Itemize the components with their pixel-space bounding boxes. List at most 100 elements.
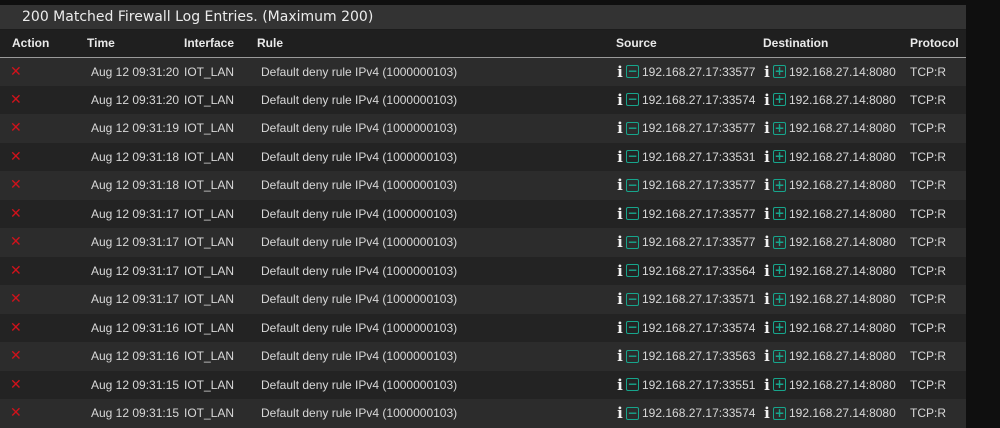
rule-cell[interactable]: Default deny rule IPv4 (1000000103) bbox=[257, 86, 616, 115]
info-icon[interactable]: i bbox=[616, 319, 624, 337]
plus-box-icon[interactable]: + bbox=[773, 292, 786, 306]
rule-cell[interactable]: Default deny rule IPv4 (1000000103) bbox=[257, 285, 616, 314]
source-address[interactable]: 192.168.27.17:33571 bbox=[642, 292, 755, 306]
block-x-icon[interactable]: ✕ bbox=[10, 149, 22, 165]
minus-box-icon[interactable]: − bbox=[626, 65, 639, 78]
minus-box-icon[interactable]: − bbox=[626, 378, 639, 392]
plus-box-icon[interactable]: + bbox=[773, 378, 786, 392]
column-header-time[interactable]: Time bbox=[74, 30, 184, 58]
source-address[interactable]: 192.168.27.17:33577 bbox=[642, 121, 755, 135]
plus-box-icon[interactable]: + bbox=[773, 93, 786, 107]
block-x-icon[interactable]: ✕ bbox=[10, 234, 22, 250]
info-icon[interactable]: i bbox=[616, 290, 624, 308]
plus-box-icon[interactable]: + bbox=[773, 349, 786, 363]
source-address[interactable]: 192.168.27.17:33574 bbox=[642, 406, 755, 420]
plus-box-icon[interactable]: + bbox=[773, 150, 786, 164]
plus-box-icon[interactable]: + bbox=[773, 321, 786, 335]
info-icon[interactable]: i bbox=[763, 290, 771, 308]
block-x-icon[interactable]: ✕ bbox=[10, 377, 22, 393]
destination-address[interactable]: 192.168.27.14:8080 bbox=[789, 150, 896, 164]
column-header-interface[interactable]: Interface bbox=[184, 30, 257, 58]
destination-address[interactable]: 192.168.27.14:8080 bbox=[789, 235, 896, 249]
source-address[interactable]: 192.168.27.17:33574 bbox=[642, 93, 755, 107]
info-icon[interactable]: i bbox=[763, 63, 771, 81]
destination-address[interactable]: 192.168.27.14:8080 bbox=[789, 93, 896, 107]
info-icon[interactable]: i bbox=[616, 376, 624, 394]
minus-box-icon[interactable]: − bbox=[626, 292, 639, 306]
minus-box-icon[interactable]: − bbox=[626, 349, 639, 363]
info-icon[interactable]: i bbox=[763, 319, 771, 337]
info-icon[interactable]: i bbox=[763, 205, 771, 223]
info-icon[interactable]: i bbox=[616, 148, 624, 166]
info-icon[interactable]: i bbox=[616, 119, 624, 137]
plus-box-icon[interactable]: + bbox=[773, 235, 786, 249]
destination-address[interactable]: 192.168.27.14:8080 bbox=[789, 264, 896, 278]
column-header-protocol[interactable]: Protocol bbox=[910, 30, 966, 58]
destination-address[interactable]: 192.168.27.14:8080 bbox=[789, 321, 896, 335]
minus-box-icon[interactable]: − bbox=[626, 235, 639, 249]
source-address[interactable]: 192.168.27.17:33574 bbox=[642, 321, 755, 335]
destination-address[interactable]: 192.168.27.14:8080 bbox=[789, 378, 896, 392]
info-icon[interactable]: i bbox=[763, 404, 771, 422]
minus-box-icon[interactable]: − bbox=[626, 178, 639, 192]
rule-cell[interactable]: Default deny rule IPv4 (1000000103) bbox=[257, 371, 616, 400]
rule-cell[interactable]: Default deny rule IPv4 (1000000103) bbox=[257, 342, 616, 371]
source-address[interactable]: 192.168.27.17:33531 bbox=[642, 150, 755, 164]
minus-box-icon[interactable]: − bbox=[626, 207, 639, 221]
info-icon[interactable]: i bbox=[763, 148, 771, 166]
block-x-icon[interactable]: ✕ bbox=[10, 120, 22, 136]
rule-cell[interactable]: Default deny rule IPv4 (1000000103) bbox=[257, 143, 616, 172]
source-address[interactable]: 192.168.27.17:33564 bbox=[642, 264, 755, 278]
info-icon[interactable]: i bbox=[616, 347, 624, 365]
info-icon[interactable]: i bbox=[616, 262, 624, 280]
rule-cell[interactable]: Default deny rule IPv4 (1000000103) bbox=[257, 200, 616, 229]
rule-cell[interactable]: Default deny rule IPv4 (1000000103) bbox=[257, 114, 616, 143]
plus-box-icon[interactable]: + bbox=[773, 121, 786, 135]
column-header-rule[interactable]: Rule bbox=[257, 30, 616, 58]
info-icon[interactable]: i bbox=[763, 347, 771, 365]
minus-box-icon[interactable]: − bbox=[626, 150, 639, 164]
minus-box-icon[interactable]: − bbox=[626, 93, 639, 107]
plus-box-icon[interactable]: + bbox=[773, 406, 786, 420]
destination-address[interactable]: 192.168.27.14:8080 bbox=[789, 65, 896, 79]
source-address[interactable]: 192.168.27.17:33563 bbox=[642, 349, 755, 363]
destination-address[interactable]: 192.168.27.14:8080 bbox=[789, 178, 896, 192]
destination-address[interactable]: 192.168.27.14:8080 bbox=[789, 292, 896, 306]
rule-cell[interactable]: Default deny rule IPv4 (1000000103) bbox=[257, 57, 616, 86]
rule-cell[interactable]: Default deny rule IPv4 (1000000103) bbox=[257, 399, 616, 428]
destination-address[interactable]: 192.168.27.14:8080 bbox=[789, 406, 896, 420]
plus-box-icon[interactable]: + bbox=[773, 178, 786, 192]
rule-cell[interactable]: Default deny rule IPv4 (1000000103) bbox=[257, 228, 616, 257]
info-icon[interactable]: i bbox=[763, 233, 771, 251]
source-address[interactable]: 192.168.27.17:33551 bbox=[642, 378, 755, 392]
info-icon[interactable]: i bbox=[616, 91, 624, 109]
column-header-destination[interactable]: Destination bbox=[763, 30, 910, 58]
info-icon[interactable]: i bbox=[763, 262, 771, 280]
minus-box-icon[interactable]: − bbox=[626, 121, 639, 135]
block-x-icon[interactable]: ✕ bbox=[10, 405, 22, 421]
info-icon[interactable]: i bbox=[616, 63, 624, 81]
plus-box-icon[interactable]: + bbox=[773, 264, 786, 278]
destination-address[interactable]: 192.168.27.14:8080 bbox=[789, 349, 896, 363]
minus-box-icon[interactable]: − bbox=[626, 406, 639, 420]
destination-address[interactable]: 192.168.27.14:8080 bbox=[789, 207, 896, 221]
source-address[interactable]: 192.168.27.17:33577 bbox=[642, 65, 755, 79]
source-address[interactable]: 192.168.27.17:33577 bbox=[642, 235, 755, 249]
rule-cell[interactable]: Default deny rule IPv4 (1000000103) bbox=[257, 257, 616, 286]
plus-box-icon[interactable]: + bbox=[773, 207, 786, 221]
info-icon[interactable]: i bbox=[616, 205, 624, 223]
info-icon[interactable]: i bbox=[763, 91, 771, 109]
rule-cell[interactable]: Default deny rule IPv4 (1000000103) bbox=[257, 171, 616, 200]
info-icon[interactable]: i bbox=[763, 119, 771, 137]
block-x-icon[interactable]: ✕ bbox=[10, 291, 22, 307]
info-icon[interactable]: i bbox=[763, 376, 771, 394]
minus-box-icon[interactable]: − bbox=[626, 321, 639, 335]
block-x-icon[interactable]: ✕ bbox=[10, 64, 22, 80]
column-header-source[interactable]: Source bbox=[616, 30, 763, 58]
block-x-icon[interactable]: ✕ bbox=[10, 320, 22, 336]
source-address[interactable]: 192.168.27.17:33577 bbox=[642, 207, 755, 221]
destination-address[interactable]: 192.168.27.14:8080 bbox=[789, 121, 896, 135]
rule-cell[interactable]: Default deny rule IPv4 (1000000103) bbox=[257, 314, 616, 343]
block-x-icon[interactable]: ✕ bbox=[10, 263, 22, 279]
block-x-icon[interactable]: ✕ bbox=[10, 348, 22, 364]
